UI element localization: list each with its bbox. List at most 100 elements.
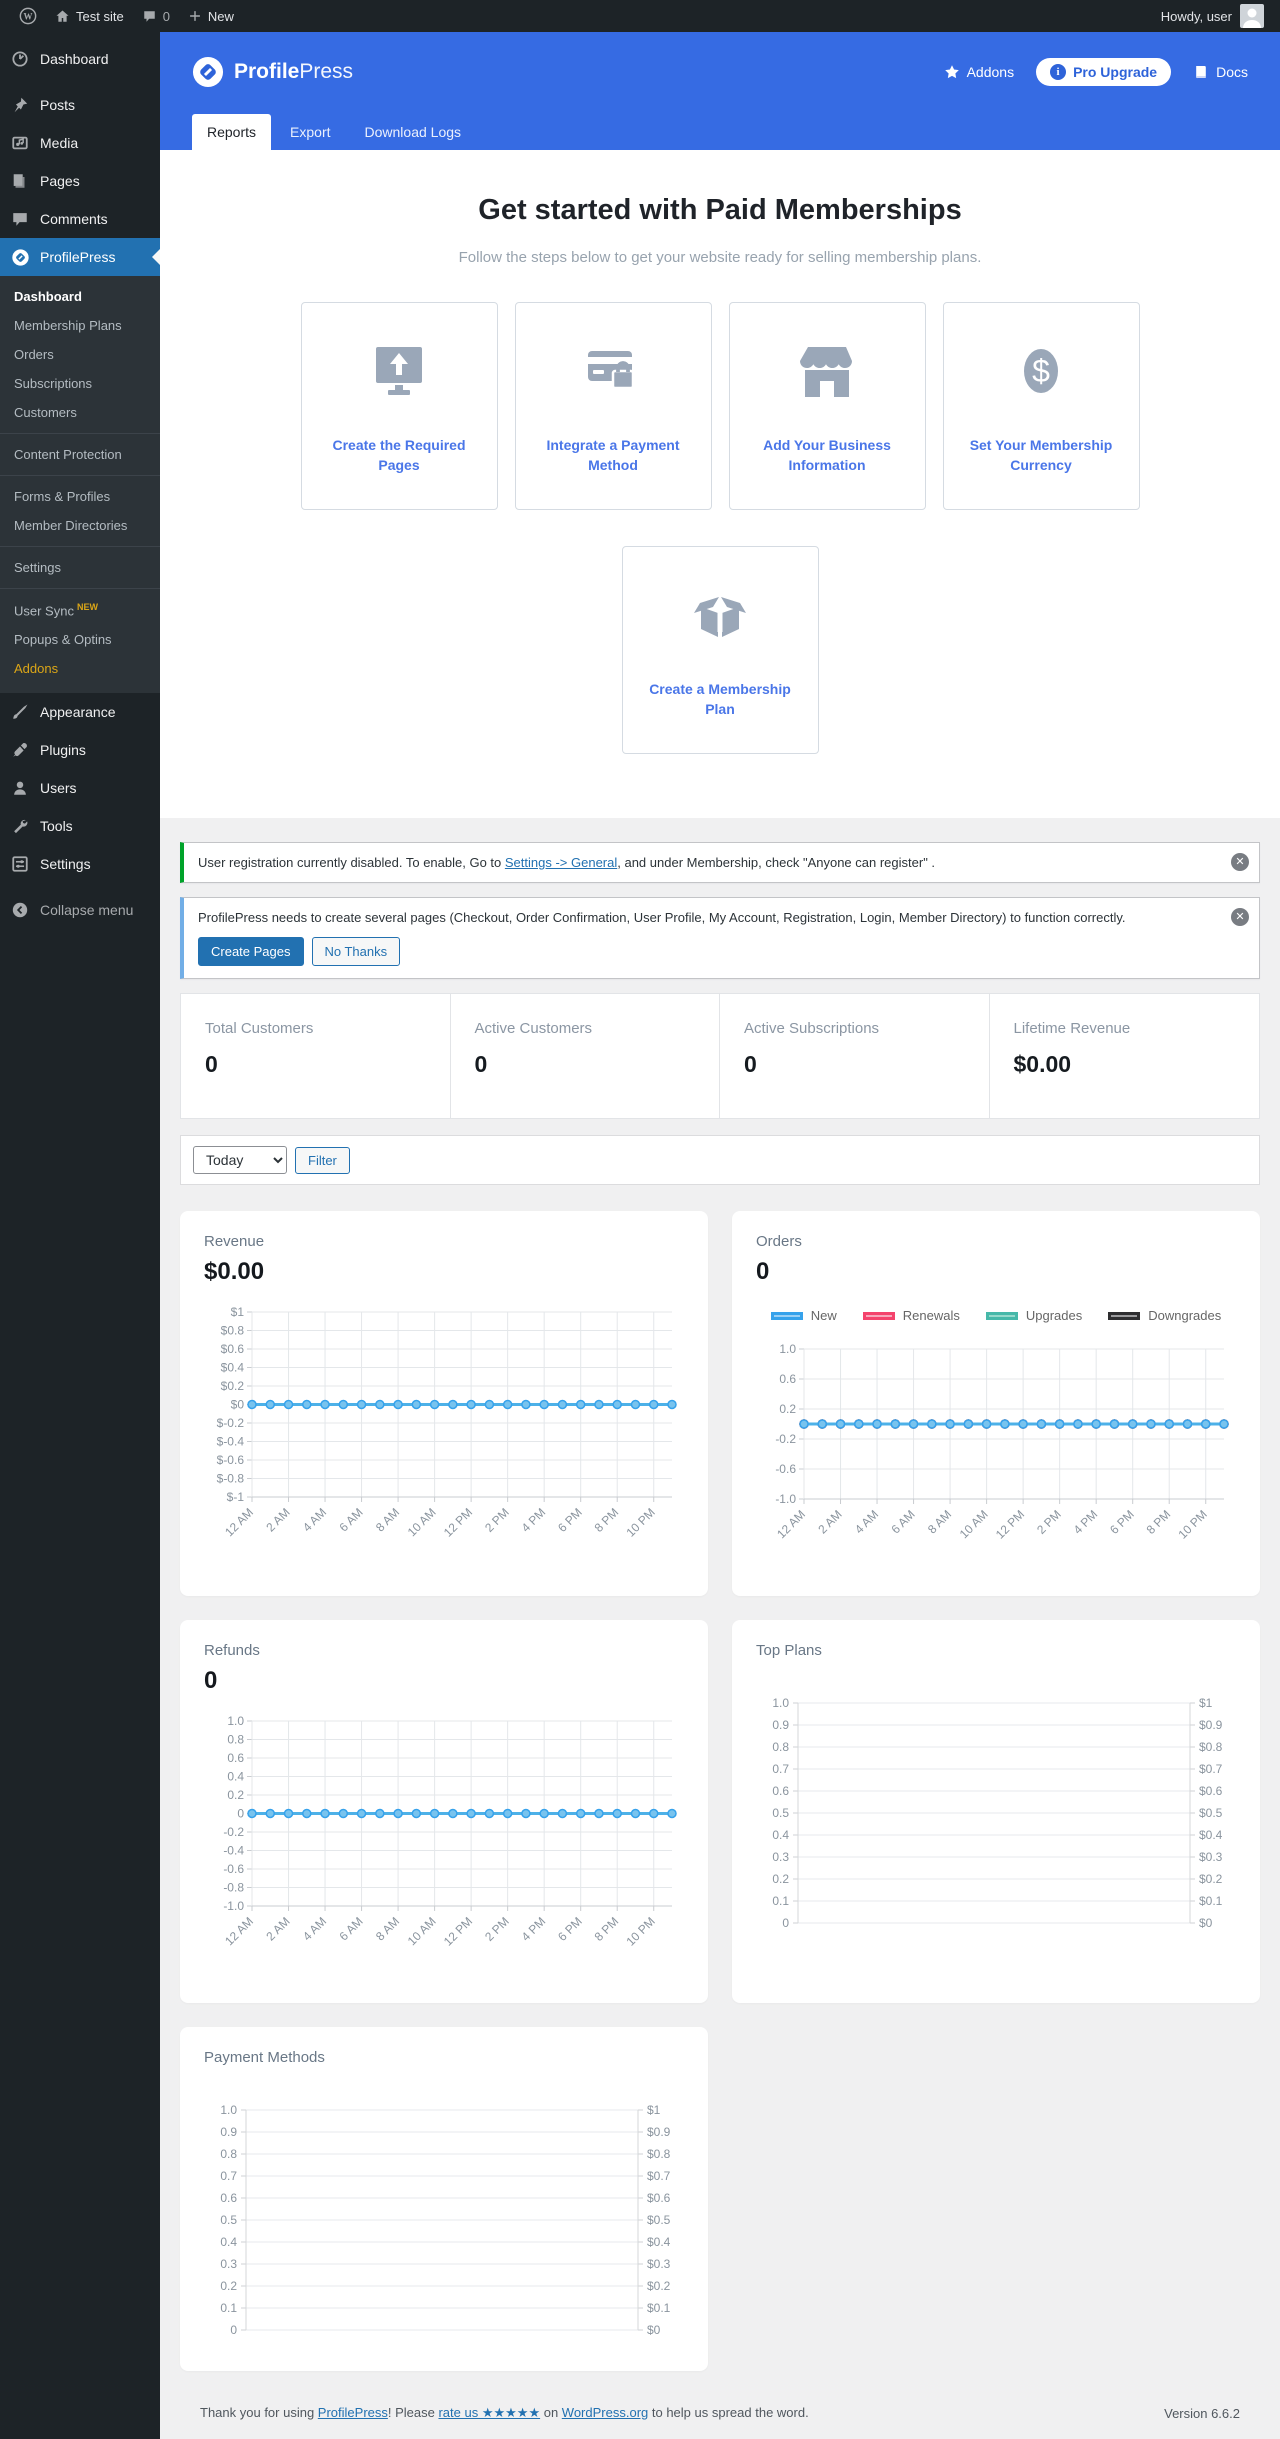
svg-text:0.7: 0.7 (220, 2169, 237, 2183)
submenu-forms-profiles[interactable]: Forms & Profiles (0, 482, 160, 511)
svg-text:8 AM: 8 AM (373, 1914, 402, 1943)
sidebar-item-profilepress[interactable]: ProfilePress (0, 238, 160, 276)
svg-text:0: 0 (237, 1807, 244, 1821)
wp-logo-icon[interactable]: W (10, 0, 46, 32)
card-business-info[interactable]: Add Your Business Information (728, 302, 926, 510)
payment-methods-chart: 1.0 $1 0.9 $0.9 0.8 $0.8 0.7 $0.7 0.6 $0.6 0.5 $0.5… (204, 2102, 684, 2345)
book-icon (1196, 66, 1206, 79)
card-label: Integrate a Payment Method (546, 437, 680, 473)
svg-text:$0.9: $0.9 (647, 2125, 671, 2139)
tab-export[interactable]: Export (275, 114, 345, 150)
submenu-settings[interactable]: Settings (0, 553, 160, 582)
comments-menu[interactable]: 0 (133, 0, 179, 32)
pro-upgrade-button[interactable]: i Pro Upgrade (1036, 58, 1172, 86)
submenu-popups-optins[interactable]: Popups & Optins (0, 625, 160, 654)
card-currency[interactable]: $ Set Your Membership Currency (942, 302, 1140, 510)
settings-general-link[interactable]: Settings -> General (505, 855, 617, 870)
stat-value: 0 (474, 1051, 488, 1077)
admin-sidebar: Dashboard Posts Media Pages Comments Pro… (0, 32, 160, 2439)
svg-text:$0.4: $0.4 (647, 2235, 671, 2249)
chart-title: Revenue (204, 1233, 265, 1250)
addons-link[interactable]: Addons (944, 64, 1014, 80)
svg-text:0.6: 0.6 (227, 1751, 244, 1765)
svg-text:0.3: 0.3 (220, 2257, 237, 2271)
new-badge: NEW (76, 602, 98, 612)
sidebar-item-label: Posts (40, 97, 76, 113)
svg-text:$: $ (1032, 353, 1050, 389)
submenu-dashboard[interactable]: Dashboard (0, 282, 160, 311)
tabs-bar: Reports Export Download Logs (192, 114, 1248, 150)
refunds-card: Refunds 0 1.0 0.8 0.6 0.4 0.2 0 -0.2 -0.4 -0.6 -0… (180, 1620, 708, 2003)
filter-button[interactable]: Filter (295, 1146, 350, 1174)
submenu-membership-plans[interactable]: Membership Plans (0, 311, 160, 340)
svg-text:8 AM: 8 AM (373, 1505, 402, 1534)
sidebar-item-appearance[interactable]: Appearance (0, 693, 160, 731)
svg-text:4 PM: 4 PM (519, 1914, 549, 1944)
info-icon: i (1050, 64, 1067, 80)
svg-text:$0.6: $0.6 (647, 2191, 671, 2205)
chart-value: 0 (204, 1667, 218, 1694)
sidebar-item-tools[interactable]: Tools (0, 807, 160, 845)
svg-text:0: 0 (230, 2323, 237, 2337)
svg-text:-0.6: -0.6 (775, 1462, 796, 1476)
sidebar-item-posts[interactable]: Posts (0, 86, 160, 124)
sidebar-collapse-menu[interactable]: Collapse menu (0, 891, 160, 929)
get-started-section: Get started with Paid Memberships Follow… (160, 150, 1280, 818)
card-membership-plan[interactable]: Create a Membership Plan (621, 546, 819, 754)
svg-text:0.3: 0.3 (772, 1850, 789, 1864)
submenu-customers[interactable]: Customers (0, 398, 160, 427)
rate-us-link[interactable]: rate us ★★★★★ (438, 2405, 540, 2420)
card-payment-method[interactable]: Integrate a Payment Method (514, 302, 712, 510)
submenu-member-directories[interactable]: Member Directories (0, 511, 160, 540)
sidebar-item-dashboard[interactable]: Dashboard (0, 40, 160, 78)
svg-text:12 AM: 12 AM (774, 1507, 808, 1541)
chart-value: 0 (756, 1258, 770, 1285)
svg-text:$0.6: $0.6 (1199, 1784, 1223, 1798)
sidebar-item-plugins[interactable]: Plugins (0, 731, 160, 769)
sidebar-item-pages[interactable]: Pages (0, 162, 160, 200)
submenu-label: User Sync (14, 603, 74, 619)
wp-admin-bar: W Test site 0 New Howdy, user (0, 0, 1280, 32)
submenu-addons[interactable]: Addons (0, 654, 160, 683)
submenu-orders[interactable]: Orders (0, 340, 160, 369)
account-menu[interactable]: Howdy, user (1155, 4, 1270, 28)
registration-notice: User registration currently disabled. To… (180, 842, 1260, 883)
svg-text:-0.2: -0.2 (223, 1825, 244, 1839)
site-menu[interactable]: Test site (46, 0, 133, 32)
card-label: Set Your Membership Currency (969, 437, 1113, 473)
no-thanks-button[interactable]: No Thanks (311, 937, 401, 966)
close-icon[interactable]: ✕ (1231, 908, 1249, 926)
open-box-icon (685, 580, 755, 654)
sidebar-item-comments[interactable]: Comments (0, 200, 160, 238)
submenu-user-sync[interactable]: User Sync NEW (0, 595, 160, 625)
close-icon[interactable]: ✕ (1231, 853, 1249, 871)
new-menu[interactable]: New (179, 0, 243, 32)
profilepress-link[interactable]: ProfilePress (318, 2405, 388, 2420)
sidebar-item-media[interactable]: Media (0, 124, 160, 162)
date-range-select[interactable]: Today (193, 1146, 287, 1174)
tools-icon (10, 816, 30, 836)
card-label: Create the Required Pages (332, 437, 466, 473)
users-icon (10, 778, 30, 798)
sidebar-item-settings[interactable]: Settings (0, 845, 160, 883)
submenu-content-protection[interactable]: Content Protection (0, 440, 160, 469)
tab-reports[interactable]: Reports (192, 114, 272, 150)
svg-text:0: 0 (782, 1916, 789, 1930)
orders-legend: New Renewals Upgrades Downgrades (756, 1308, 1236, 1323)
sidebar-item-users[interactable]: Users (0, 769, 160, 807)
card-create-pages[interactable]: Create the Required Pages (300, 302, 498, 510)
wordpress-org-link[interactable]: WordPress.org (562, 2405, 648, 2420)
create-pages-button[interactable]: Create Pages (198, 937, 304, 966)
legend-item: Downgrades (1108, 1308, 1221, 1323)
legend-item: Upgrades (985, 1308, 1082, 1323)
docs-link[interactable]: Docs (1193, 64, 1248, 80)
svg-text:10 PM: 10 PM (1175, 1507, 1209, 1541)
svg-text:$0.5: $0.5 (1199, 1806, 1223, 1820)
svg-text:1.0: 1.0 (779, 1342, 796, 1356)
profilepress-submenu: Dashboard Membership Plans Orders Subscr… (0, 276, 160, 694)
tab-download-logs[interactable]: Download Logs (350, 114, 477, 150)
svg-text:-0.2: -0.2 (775, 1432, 796, 1446)
footer-text-part: ! Please (387, 2405, 439, 2420)
submenu-subscriptions[interactable]: Subscriptions (0, 369, 160, 398)
svg-text:12 AM: 12 AM (222, 1505, 256, 1539)
